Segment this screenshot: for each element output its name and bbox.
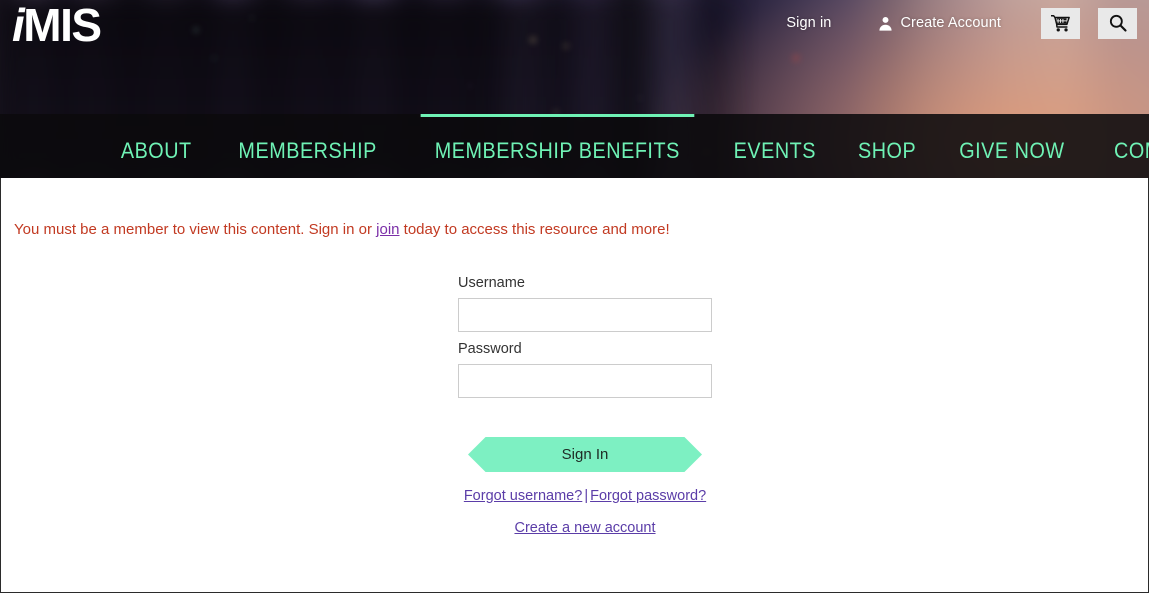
- forgot-links-row: Forgot username? | Forgot password?: [458, 487, 712, 505]
- field-spacer: [458, 332, 712, 341]
- create-account-label: Create Account: [900, 15, 1001, 31]
- cart-button[interactable]: [1041, 7, 1080, 39]
- nav-item-communities[interactable]: COMMUNITIES: [1100, 114, 1149, 178]
- password-label: Password: [458, 341, 522, 357]
- search-button[interactable]: [1098, 7, 1137, 39]
- sign-in-form: Username Password Sign In Forgot usernam…: [458, 275, 712, 536]
- username-label: Username: [458, 275, 525, 291]
- nav-item-membership[interactable]: MEMBERSHIP: [224, 114, 391, 178]
- logo-letters-mis: MIS: [23, 0, 102, 51]
- nav-items: ABOUT MEMBERSHIP MEMBERSHIP BENEFITS EVE…: [0, 114, 1149, 178]
- nav-item-events[interactable]: EVENTS: [720, 114, 831, 178]
- nav-item-give-now[interactable]: GIVE NOW: [945, 114, 1079, 178]
- membership-required-message: You must be a member to view this conten…: [14, 221, 670, 239]
- person-icon: [879, 16, 893, 31]
- join-link[interactable]: join: [376, 221, 399, 238]
- create-account-link[interactable]: Create Account: [877, 15, 1001, 32]
- password-input[interactable]: [458, 364, 712, 398]
- site-header: iMIS Sign in Create Account ABOUT MEMBER…: [0, 0, 1149, 178]
- search-icon: [1109, 14, 1127, 32]
- nav-item-about[interactable]: ABOUT: [107, 114, 206, 178]
- sign-in-link[interactable]: Sign in: [786, 15, 831, 31]
- page-root: iMIS Sign in Create Account ABOUT MEMBER…: [0, 0, 1149, 593]
- site-logo[interactable]: iMIS: [12, 0, 102, 51]
- username-input[interactable]: [458, 298, 712, 332]
- nav-item-shop[interactable]: SHOP: [844, 114, 930, 178]
- alert-suffix: today to access this resource and more!: [399, 221, 670, 238]
- main-navigation: ABOUT MEMBERSHIP MEMBERSHIP BENEFITS EVE…: [0, 114, 1149, 178]
- forgot-password-link[interactable]: Forgot password?: [590, 488, 706, 504]
- link-separator: |: [584, 488, 589, 504]
- sign-in-submit-button[interactable]: Sign In: [468, 437, 702, 472]
- nav-item-membership-benefits[interactable]: MEMBERSHIP BENEFITS: [420, 114, 694, 178]
- create-account-row: Create a new account: [458, 519, 712, 537]
- forgot-username-link[interactable]: Forgot username?: [464, 488, 582, 504]
- create-new-account-link[interactable]: Create a new account: [514, 520, 655, 536]
- utility-bar: Sign in Create Account: [786, 7, 1137, 39]
- page-content: You must be a member to view this conten…: [0, 178, 1149, 593]
- logo-letter-i: i: [12, 0, 25, 51]
- alert-prefix: You must be a member to view this conten…: [14, 221, 377, 238]
- shopping-cart-icon: [1051, 14, 1070, 32]
